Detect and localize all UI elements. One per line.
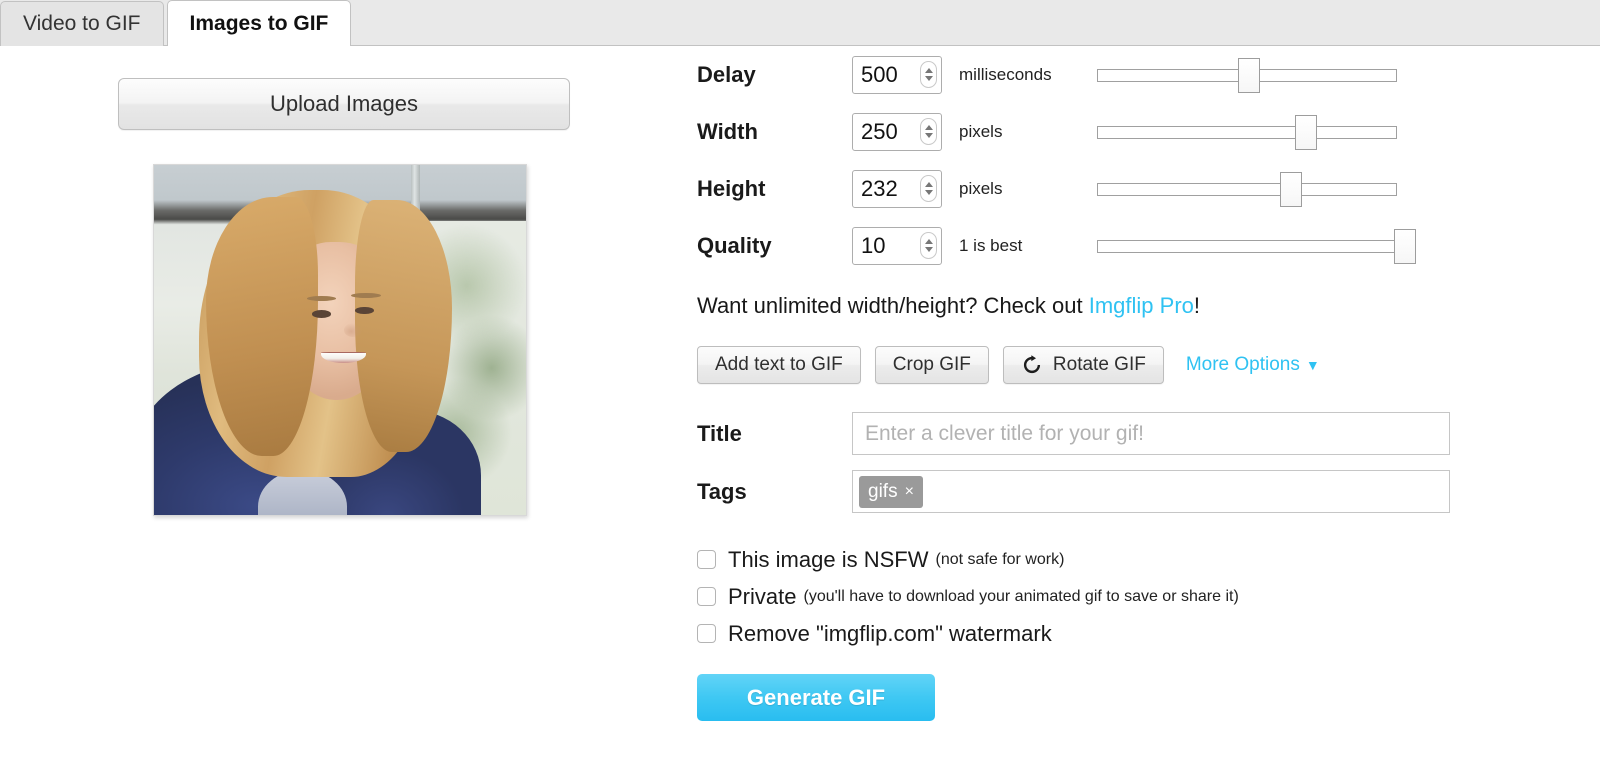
delay-label: Delay [697,62,852,88]
generate-gif-label: Generate GIF [747,685,885,711]
tag-chip[interactable]: gifs × [859,476,923,508]
quality-slider-handle[interactable] [1394,229,1416,264]
add-text-to-gif-button[interactable]: Add text to GIF [697,346,861,384]
private-label: Private [728,584,796,610]
delay-value: 500 [861,62,898,88]
height-stepper[interactable] [920,175,937,202]
quality-unit: 1 is best [959,236,1089,256]
setting-row-delay: Delay 500 milliseconds [697,46,1577,103]
imgflip-pro-link[interactable]: Imgflip Pro [1089,293,1194,318]
checkbox-row-nsfw[interactable]: This image is NSFW (not safe for work) [697,541,1577,578]
tab-bar: Video to GIF Images to GIF [0,0,1600,46]
rotate-gif-button[interactable]: Rotate GIF [1003,346,1164,384]
left-column: Upload Images [118,78,568,516]
height-unit: pixels [959,179,1089,199]
title-input[interactable]: Enter a clever title for your gif! [852,412,1450,455]
title-row: Title Enter a clever title for your gif! [697,412,1577,455]
more-options-toggle[interactable]: More Options ▼ [1186,354,1320,376]
tag-chip-label: gifs [868,481,898,503]
quality-value: 10 [861,233,885,259]
delay-stepper[interactable] [920,61,937,88]
add-text-to-gif-label: Add text to GIF [715,354,843,376]
height-input[interactable]: 232 [852,170,942,208]
more-options-label: More Options [1186,354,1300,376]
main-content: Upload Images Delay 500 [0,46,1600,774]
upload-images-button[interactable]: Upload Images [118,78,570,130]
pro-text-after: ! [1194,293,1200,318]
quality-input[interactable]: 10 [852,227,942,265]
nsfw-checkbox[interactable] [697,550,716,569]
width-slider-handle[interactable] [1295,115,1317,150]
width-label: Width [697,119,852,145]
tab-images-to-gif[interactable]: Images to GIF [167,0,352,46]
gif-tools-row: Add text to GIF Crop GIF Rotate GIF More… [697,346,1577,384]
right-column: Delay 500 milliseconds Width 250 pixels [697,46,1577,722]
upload-images-label: Upload Images [270,91,418,117]
pro-upsell-text: Want unlimited width/height? Check out I… [697,293,1577,319]
options-checkbox-group: This image is NSFW (not safe for work) P… [697,541,1577,652]
height-slider-track[interactable] [1097,183,1397,196]
width-unit: pixels [959,122,1089,142]
remove-watermark-label: Remove "imgflip.com" watermark [728,621,1052,647]
delay-slider[interactable] [1097,64,1397,86]
remove-watermark-checkbox[interactable] [697,624,716,643]
checkbox-row-private[interactable]: Private (you'll have to download your an… [697,578,1577,615]
nsfw-sublabel: (not safe for work) [935,551,1064,569]
title-label: Title [697,421,852,447]
setting-row-height: Height 232 pixels [697,160,1577,217]
height-value: 232 [861,176,898,202]
setting-row-quality: Quality 10 1 is best [697,217,1577,274]
rotate-icon [1021,354,1043,376]
tag-remove-icon[interactable]: × [905,483,914,501]
tags-row: Tags gifs × [697,470,1577,513]
height-slider-handle[interactable] [1280,172,1302,207]
generate-gif-button[interactable]: Generate GIF [697,674,935,721]
crop-gif-button[interactable]: Crop GIF [875,346,989,384]
height-slider[interactable] [1097,178,1397,200]
width-input[interactable]: 250 [852,113,942,151]
private-sublabel: (you'll have to download your animated g… [803,588,1238,606]
delay-unit: milliseconds [959,65,1089,85]
width-stepper[interactable] [920,118,937,145]
photo-brow-right [351,293,381,298]
tab-video-to-gif-label: Video to GIF [23,12,141,36]
chevron-down-icon: ▼ [1306,357,1320,373]
uploaded-image-thumbnail[interactable] [153,164,527,516]
private-checkbox[interactable] [697,587,716,606]
actions-row: Generate GIF Reset [697,674,1577,722]
height-label: Height [697,176,852,202]
nsfw-label: This image is NSFW [728,547,928,573]
quality-stepper[interactable] [920,232,937,259]
checkbox-row-remove-watermark[interactable]: Remove "imgflip.com" watermark [697,615,1577,652]
pro-text-before: Want unlimited width/height? Check out [697,293,1089,318]
tab-video-to-gif[interactable]: Video to GIF [0,1,164,46]
delay-input[interactable]: 500 [852,56,942,94]
quality-label: Quality [697,233,852,259]
width-slider-track[interactable] [1097,126,1397,139]
width-value: 250 [861,119,898,145]
delay-slider-handle[interactable] [1238,58,1260,93]
quality-slider-track[interactable] [1097,240,1397,253]
quality-slider[interactable] [1097,235,1397,257]
width-slider[interactable] [1097,121,1397,143]
title-placeholder: Enter a clever title for your gif! [865,422,1144,446]
crop-gif-label: Crop GIF [893,354,971,376]
setting-row-width: Width 250 pixels [697,103,1577,160]
rotate-gif-label: Rotate GIF [1053,354,1146,376]
tags-input[interactable]: gifs × [852,470,1450,513]
photo-nose [344,323,363,337]
tags-label: Tags [697,479,852,505]
tab-images-to-gif-label: Images to GIF [190,12,329,36]
